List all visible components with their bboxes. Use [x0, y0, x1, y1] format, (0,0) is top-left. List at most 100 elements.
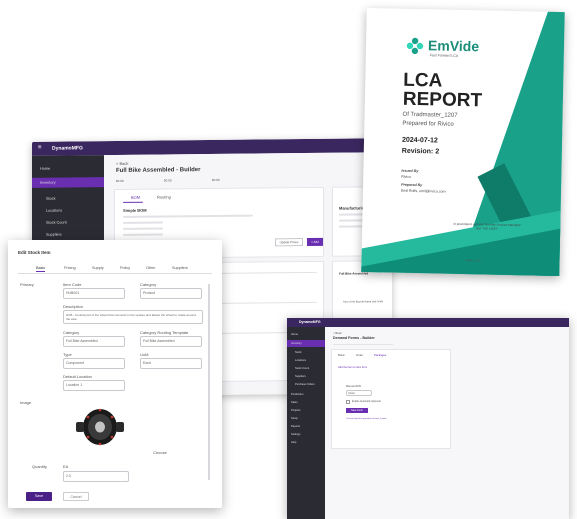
sidebar-item-stock[interactable]: Stock [46, 193, 106, 204]
save-form-button[interactable]: Save Form [346, 408, 368, 413]
section-label: Primary [20, 282, 34, 287]
tab-supply[interactable]: Supply [92, 266, 104, 270]
placeholder-line [123, 227, 163, 230]
placeholder-line [339, 219, 364, 222]
add-button[interactable]: + Add [307, 237, 323, 247]
report-date: 2024-07-12 [401, 136, 438, 145]
choose-image-link[interactable]: Choose [153, 450, 167, 455]
tab-order[interactable]: Order [356, 353, 363, 358]
routing-template-select[interactable]: Full Bike Assembled [140, 336, 202, 347]
category2-label: Category [63, 330, 80, 335]
app-logo: DynamoMFG [299, 320, 321, 324]
tab-pricing[interactable]: Pricing [64, 266, 76, 270]
sidebar-item-locations[interactable]: Locations [46, 205, 106, 216]
sidebar-item-suppliers[interactable]: Suppliers [46, 229, 106, 240]
sidebar-item-settings[interactable]: Settings [291, 431, 325, 438]
default-location-select[interactable]: Location 1 [63, 380, 125, 391]
report-title: LCA REPORT [402, 70, 483, 112]
uom-select[interactable]: Each [140, 358, 202, 369]
sidebar-item-projects[interactable]: Projects [291, 407, 325, 414]
sidebar-item-locations[interactable]: Locations [295, 357, 329, 364]
dialog-tabs: Basic Pricing Supply Policy Other Suppli… [18, 266, 212, 274]
tab-policy[interactable]: Policy [120, 266, 130, 270]
secondary-app-window: DynamoMFG Home Inventory Stock Locations… [287, 318, 569, 519]
tab-suppliers[interactable]: Suppliers [172, 266, 188, 270]
meta-line [333, 344, 393, 345]
routing-template-label: Category Routing Template [140, 330, 189, 335]
footer-link[interactable]: Can be kept this operation at least 1 po… [346, 417, 386, 422]
item-code-input[interactable]: HUB001 [63, 288, 125, 299]
tab-packages[interactable]: Packages [374, 353, 386, 358]
sidebar-item-stock[interactable]: Stock [295, 349, 329, 356]
sidebar-item-home[interactable]: Home [40, 163, 100, 174]
type-label: Type [63, 352, 72, 357]
sidebar-item-stock-count[interactable]: Stock Count [295, 365, 329, 372]
update-prices-button[interactable]: Update Prices [275, 238, 303, 247]
active-tab-underline [123, 201, 143, 203]
issued-by-value: Rivico [401, 174, 412, 179]
quantity-label: Quantity [32, 464, 47, 469]
save-button[interactable]: Save [26, 492, 52, 501]
tab-routing[interactable]: Routing [157, 194, 171, 199]
page-title: Full Bike Assembled - Builder [116, 167, 201, 175]
breadcrumb[interactable]: < Back [116, 161, 128, 166]
checkbox-label: Enable Automatic Approval [352, 400, 381, 403]
item-code-label: Item Code [63, 282, 82, 287]
sidebar-item-sales[interactable]: Sales [291, 399, 325, 406]
option-input[interactable]: Option [346, 390, 372, 396]
tab-bom[interactable]: BOM [131, 195, 140, 200]
cost-summary-3: $0.00 [212, 177, 220, 182]
certification-text: In accordance with the "EmVide Product S… [453, 221, 522, 231]
edit-stock-item-dialog: Edit Stock Item Basic Pricing Supply Pol… [8, 240, 222, 508]
hamburger-menu-icon[interactable]: ≡ [38, 145, 44, 151]
placeholder-line [123, 214, 253, 218]
issued-by-label: Issued By [401, 168, 419, 174]
app-logo: DynamoMFG [52, 145, 83, 152]
tab-basic[interactable]: Basic [36, 266, 46, 272]
sidebar-item-setup[interactable]: Setup [291, 415, 325, 422]
dialog-scrollbar[interactable] [208, 284, 210, 480]
sidebar-item-reports[interactable]: Reports [291, 423, 325, 430]
sidebar-item-home[interactable]: Home [291, 331, 325, 338]
brand-tagline: Fast Forward LCA [429, 53, 459, 58]
sidebar-item-stock-count[interactable]: Stock Count [46, 217, 106, 228]
category-input[interactable]: Product [140, 288, 202, 299]
report-prepared-for: Prepared for Rivico [402, 120, 454, 128]
approval-checkbox[interactable] [346, 400, 350, 404]
sidebar-item-production[interactable]: Production [291, 391, 325, 398]
sidebar-item-help[interactable]: Help [291, 439, 325, 446]
secondary-sidebar: Home Inventory Stock Locations Stock Cou… [287, 327, 325, 519]
placeholder-line [123, 221, 163, 224]
description-input[interactable]: HUB - Central part of the wheel that con… [63, 310, 203, 324]
simple-bom-title: Simple BOM [123, 207, 147, 213]
emvide-logo-icon [406, 37, 424, 55]
field-label: Manual 2025 [346, 385, 361, 388]
lca-report-document: EmVide Fast Forward LCA LCA REPORT Of Tr… [361, 7, 565, 277]
secondary-content: < Back Demand Forms - Builder Basic Orde… [325, 327, 569, 519]
placeholder-line [123, 233, 163, 236]
report-title-line-2: REPORT [402, 88, 483, 112]
bike-hub-image [76, 408, 124, 446]
sidebar-item-purchase-orders[interactable]: Purchase Orders [295, 381, 329, 388]
prepared-by-value: Emil Rolfs, emil@rivico.com [400, 188, 446, 194]
category2-select[interactable]: Full Bike Assembled [63, 336, 125, 347]
prepared-by-label: Prepared By [401, 182, 423, 188]
sidebar-item-inventory[interactable]: Inventory [32, 177, 104, 188]
tab-other[interactable]: Other [146, 266, 156, 270]
quantity-input[interactable]: 2.0 [63, 471, 129, 482]
tree-row[interactable]: Full Bike Assembled [339, 271, 368, 276]
tab-basic[interactable]: Basic [338, 353, 345, 358]
image-label: Image [20, 400, 32, 405]
cancel-button[interactable]: Cancel [63, 492, 89, 501]
sidebar-item-inventory[interactable]: Inventory [287, 340, 325, 347]
page-title: Demand Forms - Builder [333, 336, 375, 340]
brand-name: EmVide [427, 37, 480, 55]
add-item-link[interactable]: Add the item to Item form [338, 365, 367, 370]
tree-row[interactable]: Part of the Bicycle frame that holds [343, 299, 383, 304]
description-label: Description [63, 304, 84, 309]
report-subject: Of Tradmaster_1207 [402, 111, 458, 119]
sidebar-item-suppliers[interactable]: Suppliers [295, 373, 329, 380]
dialog-title: Edit Stock Item [18, 250, 51, 255]
type-select[interactable]: Component [63, 358, 125, 369]
uom-label: UoM [140, 352, 149, 357]
